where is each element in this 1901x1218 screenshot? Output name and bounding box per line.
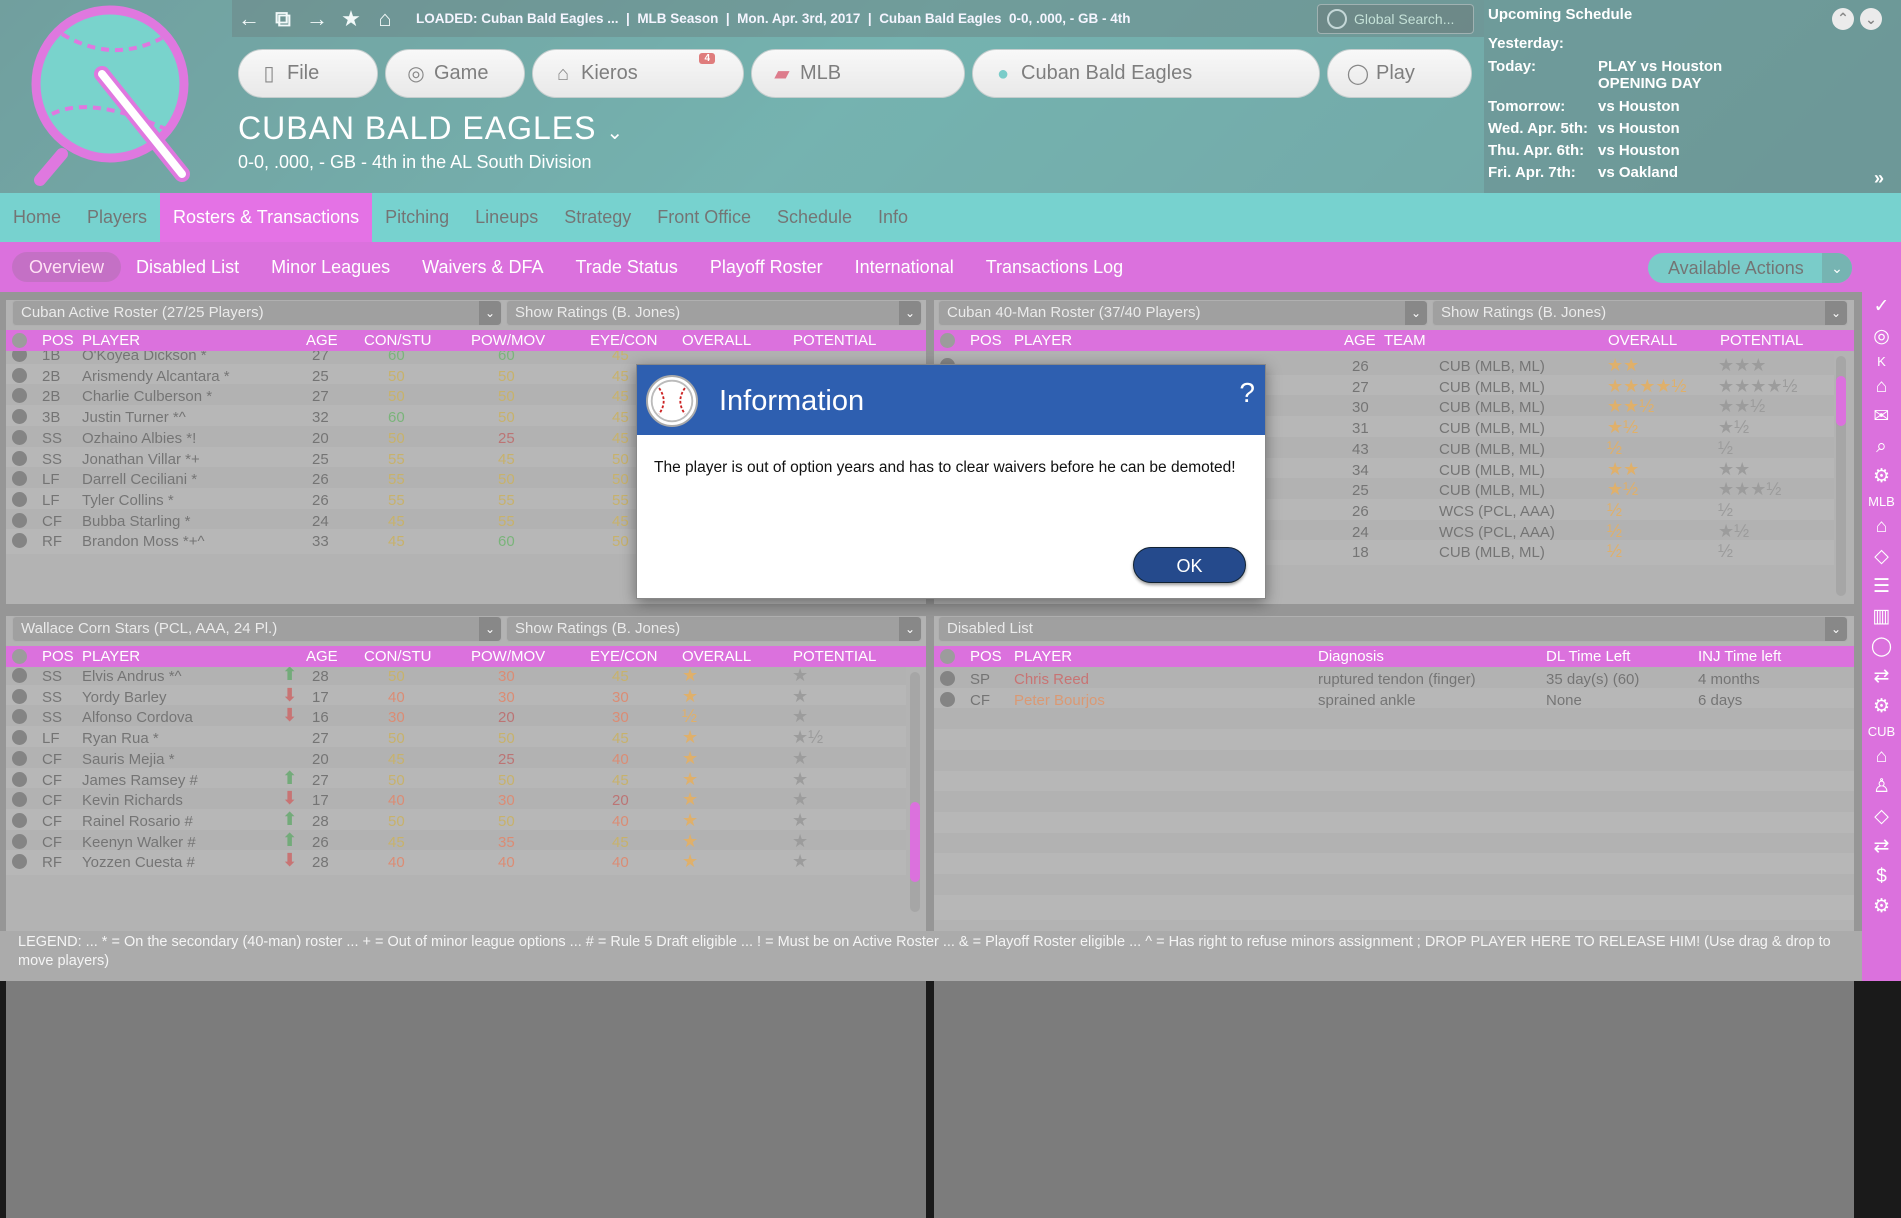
dialog-message: The player is out of option years and ha… (654, 459, 1236, 476)
dialog-title: Information (719, 385, 865, 417)
baseball-icon (646, 375, 698, 427)
dialog-header: Information ? (637, 365, 1265, 435)
help-icon[interactable]: ? (1239, 377, 1255, 409)
ok-button[interactable]: OK (1133, 547, 1246, 583)
information-dialog: Information ? The player is out of optio… (636, 364, 1266, 599)
